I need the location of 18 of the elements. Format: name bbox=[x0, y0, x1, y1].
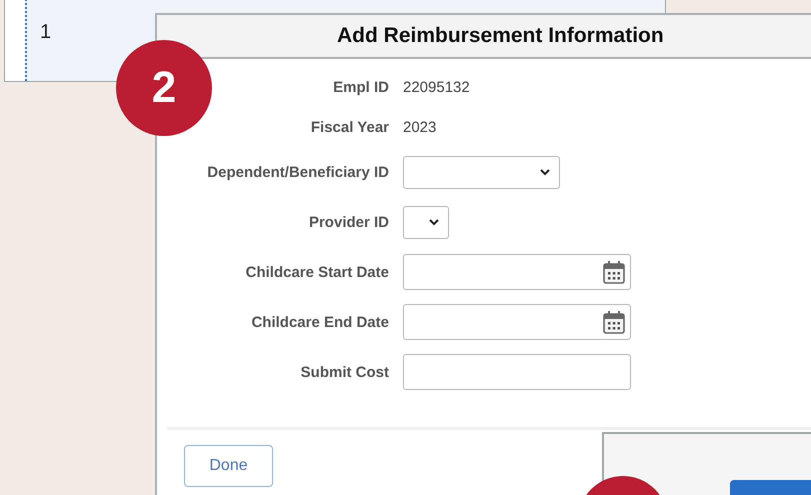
date-field[interactable] bbox=[403, 254, 631, 290]
date-field[interactable] bbox=[403, 304, 631, 340]
field-label: Submit Cost bbox=[300, 364, 389, 380]
field-label: Childcare End Date bbox=[251, 314, 389, 330]
input-field[interactable] bbox=[403, 354, 631, 390]
caret-icon bbox=[429, 218, 439, 226]
field-label: Provider ID bbox=[308, 214, 389, 230]
calendar-icon[interactable] bbox=[602, 309, 626, 335]
field-label: Fiscal Year bbox=[310, 118, 389, 136]
field-value: 2023 bbox=[403, 118, 436, 136]
field-label: Dependent/Beneficiary ID bbox=[207, 164, 389, 180]
calendar-icon[interactable] bbox=[602, 259, 626, 285]
dialog-title: Add Reimbursement Information bbox=[337, 24, 664, 48]
field-label: Empl ID bbox=[333, 78, 389, 96]
done-button[interactable]: Done bbox=[184, 445, 273, 487]
caret-icon bbox=[540, 168, 550, 176]
field-value: 22095132 bbox=[403, 78, 470, 96]
field-label: Childcare Start Date bbox=[246, 264, 389, 280]
